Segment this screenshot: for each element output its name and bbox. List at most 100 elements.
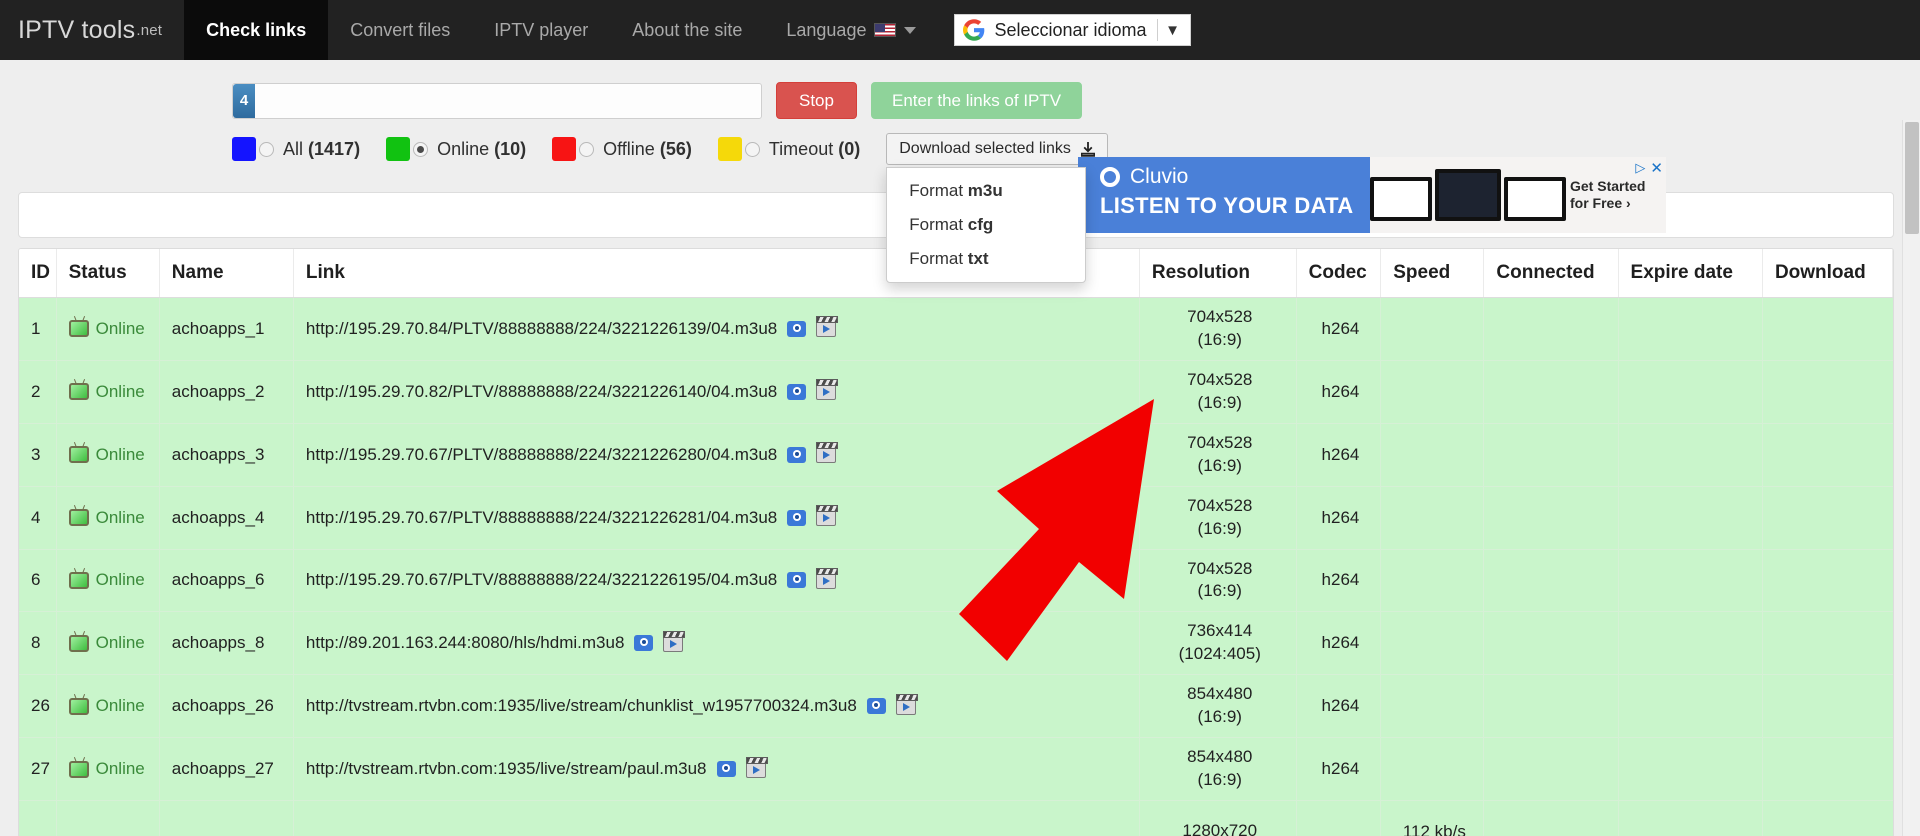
nav-convert-files[interactable]: Convert files bbox=[328, 0, 472, 60]
camera-icon[interactable] bbox=[866, 698, 886, 715]
filter-offline[interactable]: Offline (56) bbox=[552, 137, 692, 161]
page-vertical-scrollbar[interactable] bbox=[1902, 120, 1920, 836]
nav-iptv-player[interactable]: IPTV player bbox=[472, 0, 610, 60]
links-table-container[interactable]: ID Status Name Link Resolution Codec Spe… bbox=[18, 248, 1894, 836]
download-selected-links-button[interactable]: Download selected links bbox=[886, 133, 1108, 165]
cell-status: Online bbox=[56, 297, 160, 361]
header-resolution[interactable]: Resolution bbox=[1139, 249, 1297, 298]
cell-download[interactable] bbox=[1762, 674, 1893, 739]
cell-download[interactable] bbox=[1762, 360, 1893, 424]
cell-status: Online bbox=[56, 423, 160, 487]
filter-offline-count: (56) bbox=[659, 138, 692, 159]
filter-online[interactable]: Online (10) bbox=[386, 137, 526, 161]
stream-url[interactable]: http://195.29.70.67/PLTV/88888888/224/32… bbox=[306, 445, 777, 465]
cell-id: 3 bbox=[19, 423, 57, 487]
stream-url[interactable]: http://tvstream.rtvbn.com:1935/live/stre… bbox=[306, 696, 857, 716]
cell-name: achoapps_1 bbox=[159, 297, 294, 361]
cell-connected bbox=[1483, 360, 1619, 424]
stream-url[interactable]: http://195.29.70.84/PLTV/88888888/224/32… bbox=[306, 319, 777, 339]
link-group: http://tvstream.rtvbn.com:1935/live/stre… bbox=[306, 756, 1131, 779]
table-row[interactable]: 2 Online achoapps_2 http://195.29.70.82/PLT… bbox=[19, 360, 1893, 424]
enter-links-button[interactable]: Enter the links of IPTV bbox=[870, 82, 1083, 119]
camera-icon[interactable] bbox=[787, 509, 807, 526]
header-speed[interactable]: Speed bbox=[1380, 249, 1485, 298]
cell-download[interactable] bbox=[1762, 423, 1893, 487]
nav-check-links[interactable]: Check links bbox=[184, 0, 329, 60]
header-expire[interactable]: Expire date bbox=[1618, 249, 1763, 298]
table-row[interactable]: 1280x720 112 kb/s bbox=[19, 800, 1893, 836]
camera-icon[interactable] bbox=[716, 761, 736, 778]
stop-button[interactable]: Stop bbox=[776, 82, 857, 119]
header-codec[interactable]: Codec bbox=[1296, 249, 1382, 298]
filter-offline-radio[interactable] bbox=[579, 141, 595, 157]
header-status[interactable]: Status bbox=[56, 249, 160, 298]
google-logo-icon bbox=[963, 19, 985, 41]
stream-url[interactable]: http://195.29.70.67/PLTV/88888888/224/32… bbox=[306, 508, 777, 528]
camera-icon[interactable] bbox=[787, 572, 807, 589]
camera-icon[interactable] bbox=[787, 320, 807, 337]
table-row[interactable]: 8 Online achoapps_8 http://89.201.163.244:8… bbox=[19, 611, 1893, 676]
clapperboard-play-icon[interactable] bbox=[895, 693, 918, 715]
table-row[interactable]: 26 Online achoapps_26 http://tvstream.rtvbn… bbox=[19, 674, 1893, 739]
monitor-image-2 bbox=[1435, 169, 1501, 221]
ad-cta[interactable]: Get Started for Free › bbox=[1570, 178, 1666, 213]
nav-language-menu[interactable]: Language bbox=[764, 0, 938, 60]
filter-timeout[interactable]: Timeout (0) bbox=[717, 137, 860, 161]
cell-download[interactable] bbox=[1762, 549, 1893, 613]
link-group: http://195.29.70.82/PLTV/88888888/224/32… bbox=[306, 379, 1131, 402]
clapperboard-play-icon[interactable] bbox=[663, 630, 686, 652]
menu-item-format-txt[interactable]: Format txt bbox=[887, 242, 1085, 276]
camera-icon[interactable] bbox=[787, 383, 807, 400]
cell-download[interactable] bbox=[1762, 611, 1893, 676]
clapperboard-play-icon[interactable] bbox=[816, 567, 839, 589]
google-translate-select[interactable]: Seleccionar idioma ▼ bbox=[954, 14, 1191, 46]
stream-url[interactable]: http://195.29.70.82/PLTV/88888888/224/32… bbox=[306, 382, 777, 402]
camera-icon[interactable] bbox=[787, 446, 807, 463]
camera-icon[interactable] bbox=[634, 635, 654, 652]
filter-online-radio[interactable] bbox=[413, 141, 429, 157]
menu-item-format-m3u[interactable]: Format m3u bbox=[887, 174, 1085, 208]
table-row[interactable]: 6 Online achoapps_6 http://195.29.70.67/PLT… bbox=[19, 549, 1893, 613]
header-connected[interactable]: Connected bbox=[1483, 249, 1619, 298]
cell-download[interactable] bbox=[1762, 297, 1893, 361]
page-scroll-thumb[interactable] bbox=[1905, 122, 1919, 234]
links-table-body: 1 Online achoapps_1 http://195.29.70.84/PLT… bbox=[19, 297, 1893, 836]
nav-about-the-site-label: About the site bbox=[632, 19, 743, 40]
cell-download[interactable] bbox=[1762, 486, 1893, 550]
nav-language-label: Language bbox=[786, 19, 867, 40]
adchoices-icon[interactable]: ▷ bbox=[1635, 160, 1645, 176]
table-row[interactable]: 27 Online achoapps_27 http://tvstream.rtvbn… bbox=[19, 737, 1893, 801]
menu-item-format-cfg[interactable]: Format cfg bbox=[887, 208, 1085, 242]
header-download[interactable]: Download bbox=[1762, 249, 1893, 298]
cell-name: achoapps_4 bbox=[159, 486, 294, 550]
clapperboard-play-icon[interactable] bbox=[816, 442, 839, 464]
clapperboard-play-icon[interactable] bbox=[816, 316, 839, 338]
filter-all-radio[interactable] bbox=[259, 141, 274, 157]
download-dropdown-wrapper: Download selected links Format m3u Forma… bbox=[886, 133, 1108, 283]
status-badge: Online bbox=[68, 319, 151, 339]
close-icon[interactable]: ✕ bbox=[1650, 159, 1663, 177]
clapperboard-play-icon[interactable] bbox=[816, 379, 839, 401]
stream-url[interactable]: http://195.29.70.67/PLTV/88888888/224/32… bbox=[306, 570, 777, 590]
filter-offline-swatch bbox=[552, 137, 577, 161]
clapperboard-play-icon[interactable] bbox=[816, 505, 839, 527]
cell-download[interactable] bbox=[1762, 800, 1893, 836]
stream-url[interactable]: http://tvstream.rtvbn.com:1935/live/stre… bbox=[306, 759, 707, 779]
clapperboard-play-icon[interactable] bbox=[745, 756, 768, 778]
cell-download[interactable] bbox=[1762, 737, 1893, 801]
filter-all[interactable]: All (1417) bbox=[232, 137, 360, 161]
site-logo[interactable]: IPTV tools .net bbox=[0, 0, 184, 60]
table-row[interactable]: 3 Online achoapps_3 http://195.29.70.67/PLT… bbox=[19, 423, 1893, 487]
table-row[interactable]: 4 Online achoapps_4 http://195.29.70.67/PLT… bbox=[19, 486, 1893, 550]
header-id[interactable]: ID bbox=[19, 249, 57, 298]
advertisement-banner[interactable]: Cluvio LISTEN TO YOUR DATA Get Started f… bbox=[1078, 157, 1666, 233]
link-group: http://195.29.70.67/PLTV/88888888/224/32… bbox=[306, 567, 1131, 590]
stream-url[interactable]: http://89.201.163.244:8080/hls/hdmi.m3u8 bbox=[306, 633, 625, 653]
cell-status: Online bbox=[56, 737, 160, 801]
table-row[interactable]: 1 Online achoapps_1 http://195.29.70.84/PLT… bbox=[19, 297, 1893, 361]
header-name[interactable]: Name bbox=[159, 249, 294, 298]
links-input[interactable]: 4 bbox=[232, 82, 762, 119]
nav-about-the-site[interactable]: About the site bbox=[610, 0, 764, 60]
translate-dropdown-arrow-icon[interactable]: ▼ bbox=[1158, 22, 1188, 39]
filter-timeout-radio[interactable] bbox=[744, 141, 760, 157]
